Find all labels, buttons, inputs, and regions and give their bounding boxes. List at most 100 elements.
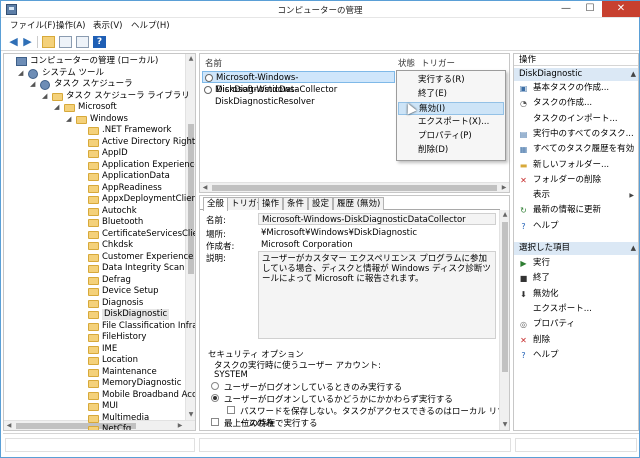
details-vertical-scrollbar[interactable]: ▲ ▼	[499, 210, 509, 430]
context-run[interactable]: 実行する(R)	[398, 74, 504, 87]
tree-item[interactable]: .NET Framework	[4, 125, 185, 136]
tree-item[interactable]: Maintenance	[4, 367, 185, 378]
tree-item[interactable]: NetCfg	[4, 424, 185, 430]
task-row[interactable]: Microsoft-Windows-DiskDiagnosticResolver	[202, 84, 395, 107]
tree-item[interactable]: AppxDeploymentClient	[4, 194, 195, 205]
folder-action-item[interactable]: ? ヘルプ	[514, 220, 638, 233]
folder-action-item[interactable]: ↻ 最新の情報に更新	[514, 204, 638, 217]
tree-item[interactable]: FileHistory	[4, 332, 185, 343]
console-tree-icon[interactable]	[59, 36, 72, 48]
selected-action-item[interactable]: ◎ プロパティ	[514, 318, 638, 331]
collapse-icon[interactable]: ▲	[631, 68, 636, 81]
up-folder-icon[interactable]	[42, 36, 55, 48]
selected-action-item[interactable]: ? ヘルプ	[514, 349, 638, 362]
tree-item[interactable]: Active Directory Rights	[4, 137, 195, 148]
scroll-thumb[interactable]	[502, 222, 508, 372]
tree-item[interactable]: Customer Experience I	[4, 252, 195, 263]
tree-item[interactable]: Bluetooth	[4, 217, 185, 228]
maximize-button[interactable]: ☐	[578, 1, 602, 17]
help-icon[interactable]: ?	[93, 36, 106, 48]
back-arrow-icon[interactable]: ◀	[7, 36, 20, 48]
close-button[interactable]: ✕	[602, 1, 640, 17]
menu-file[interactable]: ファイル(F)	[10, 19, 56, 31]
tab-actions[interactable]: 操作	[258, 197, 284, 210]
context-properties[interactable]: プロパティ(P)	[398, 130, 504, 143]
tree-item[interactable]: Defrag	[4, 275, 185, 286]
tree-item[interactable]: CertificateServicesClien	[4, 229, 195, 240]
tree-item[interactable]: File Classification Infras	[4, 321, 195, 332]
scroll-down-icon[interactable]: ▼	[500, 420, 509, 430]
tree-item[interactable]: Location	[4, 355, 185, 366]
tree-item[interactable]: Diagnosis	[4, 298, 185, 309]
tree-item[interactable]: Mobile Broadband Acco	[4, 390, 195, 401]
selected-action-item[interactable]: ■ 終了	[514, 272, 638, 285]
tree-item[interactable]: Multimedia	[4, 413, 185, 424]
forward-arrow-icon[interactable]: ▶	[21, 36, 34, 48]
tab-general[interactable]: 全般	[203, 197, 229, 211]
tree-item[interactable]: AppID	[4, 148, 185, 159]
scroll-right-icon[interactable]: ▶	[499, 183, 509, 193]
column-trigger[interactable]: トリガー	[421, 57, 455, 69]
tab-history[interactable]: 履歴 (無効)	[333, 197, 385, 210]
folder-action-item[interactable]: ▬ 新しいフォルダー...	[514, 159, 638, 172]
tree-item[interactable]: Chkdsk	[4, 240, 185, 251]
tree-item[interactable]: Data Integrity Scan	[4, 263, 185, 274]
tree-item[interactable]: ◢ システム ツール	[4, 68, 185, 79]
tree-item[interactable]: Device Setup	[4, 286, 185, 297]
expand-toggle-icon[interactable]: ◢	[42, 91, 50, 102]
selected-action-item[interactable]: エクスポート...	[514, 303, 638, 316]
tree-item[interactable]: IME	[4, 344, 185, 355]
scroll-down-icon[interactable]: ▼	[186, 410, 195, 420]
h-scroll-thumb[interactable]	[212, 185, 497, 191]
scroll-left-icon[interactable]: ◀	[200, 183, 210, 193]
tree-item[interactable]: ApplicationData	[4, 171, 185, 182]
scroll-up-icon[interactable]: ▲	[186, 54, 195, 64]
expand-toggle-icon[interactable]: ◢	[18, 68, 26, 79]
option-logged-on-only-radio[interactable]	[211, 382, 219, 390]
folder-action-item[interactable]: ◔ タスクの作成...	[514, 97, 638, 110]
tree-item[interactable]: ◢ Microsoft	[4, 102, 185, 113]
task-row[interactable]: Microsoft-Windows-DiskDiagnosticDataColl…	[202, 71, 395, 95]
description-value[interactable]: ユーザーがカスタマー エクスペリエンス プログラムに参加している場合、ディスクと…	[258, 251, 496, 339]
name-value[interactable]: Microsoft-Windows-DiskDiagnosticDataColl…	[258, 213, 496, 225]
column-status[interactable]: 状態	[398, 57, 415, 69]
tree-item[interactable]: ◢ Windows	[4, 114, 185, 125]
tab-conditions[interactable]: 条件	[283, 197, 309, 210]
tree-item[interactable]: ◢ タスク スケジューラ	[4, 79, 185, 90]
highest-privileges-checkbox[interactable]	[211, 418, 219, 426]
scroll-up-icon[interactable]: ▲	[500, 210, 509, 220]
do-not-store-password-checkbox[interactable]	[227, 406, 235, 414]
tree-item[interactable]: MemoryDiagnostic	[4, 378, 185, 389]
tree-item[interactable]: MUI	[4, 401, 185, 412]
menu-action[interactable]: 操作(A)	[56, 19, 85, 31]
expand-toggle-icon[interactable]: ◢	[66, 114, 74, 125]
tree-item[interactable]: コンピューターの管理 (ローカル)	[4, 56, 185, 67]
folder-action-item[interactable]: ▦ すべてのタスク履歴を有効	[514, 143, 638, 156]
context-delete[interactable]: 削除(D)	[398, 144, 504, 157]
tree-item[interactable]: ◢ タスク スケジューラ ライブラリ	[4, 91, 190, 102]
task-list-horizontal-scrollbar[interactable]: ◀ ▶	[200, 182, 509, 192]
folder-action-item[interactable]: 表示 ▶	[514, 189, 638, 202]
tree-item[interactable]: Application Experience	[4, 160, 195, 171]
expand-toggle-icon[interactable]: ◢	[54, 102, 62, 113]
selected-action-item[interactable]: ⬇ 無効化	[514, 288, 638, 301]
folder-action-item[interactable]: タスクのインポート...	[514, 113, 638, 126]
expand-toggle-icon[interactable]: ◢	[30, 79, 38, 90]
actions-section-diskdiagnostic[interactable]: DiskDiagnostic ▲	[514, 68, 638, 81]
context-export[interactable]: エクスポート(X)...	[398, 116, 504, 129]
context-end[interactable]: 終了(E)	[398, 88, 504, 101]
tree-item[interactable]: DiskDiagnostic	[4, 309, 185, 320]
tab-settings[interactable]: 設定	[308, 197, 334, 210]
option-whether-logged-on-radio[interactable]	[211, 394, 219, 402]
minimize-button[interactable]: —	[554, 1, 578, 17]
tree-item[interactable]: AppReadiness	[4, 183, 185, 194]
actions-section-selected-item[interactable]: 選択した項目 ▲	[514, 242, 638, 255]
selected-action-item[interactable]: ▶ 実行	[514, 257, 638, 270]
menu-view[interactable]: 表示(V)	[93, 19, 122, 31]
properties-icon[interactable]	[76, 36, 89, 48]
menu-help[interactable]: ヘルプ(H)	[131, 19, 170, 31]
collapse-icon[interactable]: ▲	[631, 242, 636, 255]
tree-item[interactable]: Autochk	[4, 206, 185, 217]
folder-action-item[interactable]: ▣ 基本タスクの作成...	[514, 82, 638, 95]
column-name[interactable]: 名前	[205, 57, 222, 69]
